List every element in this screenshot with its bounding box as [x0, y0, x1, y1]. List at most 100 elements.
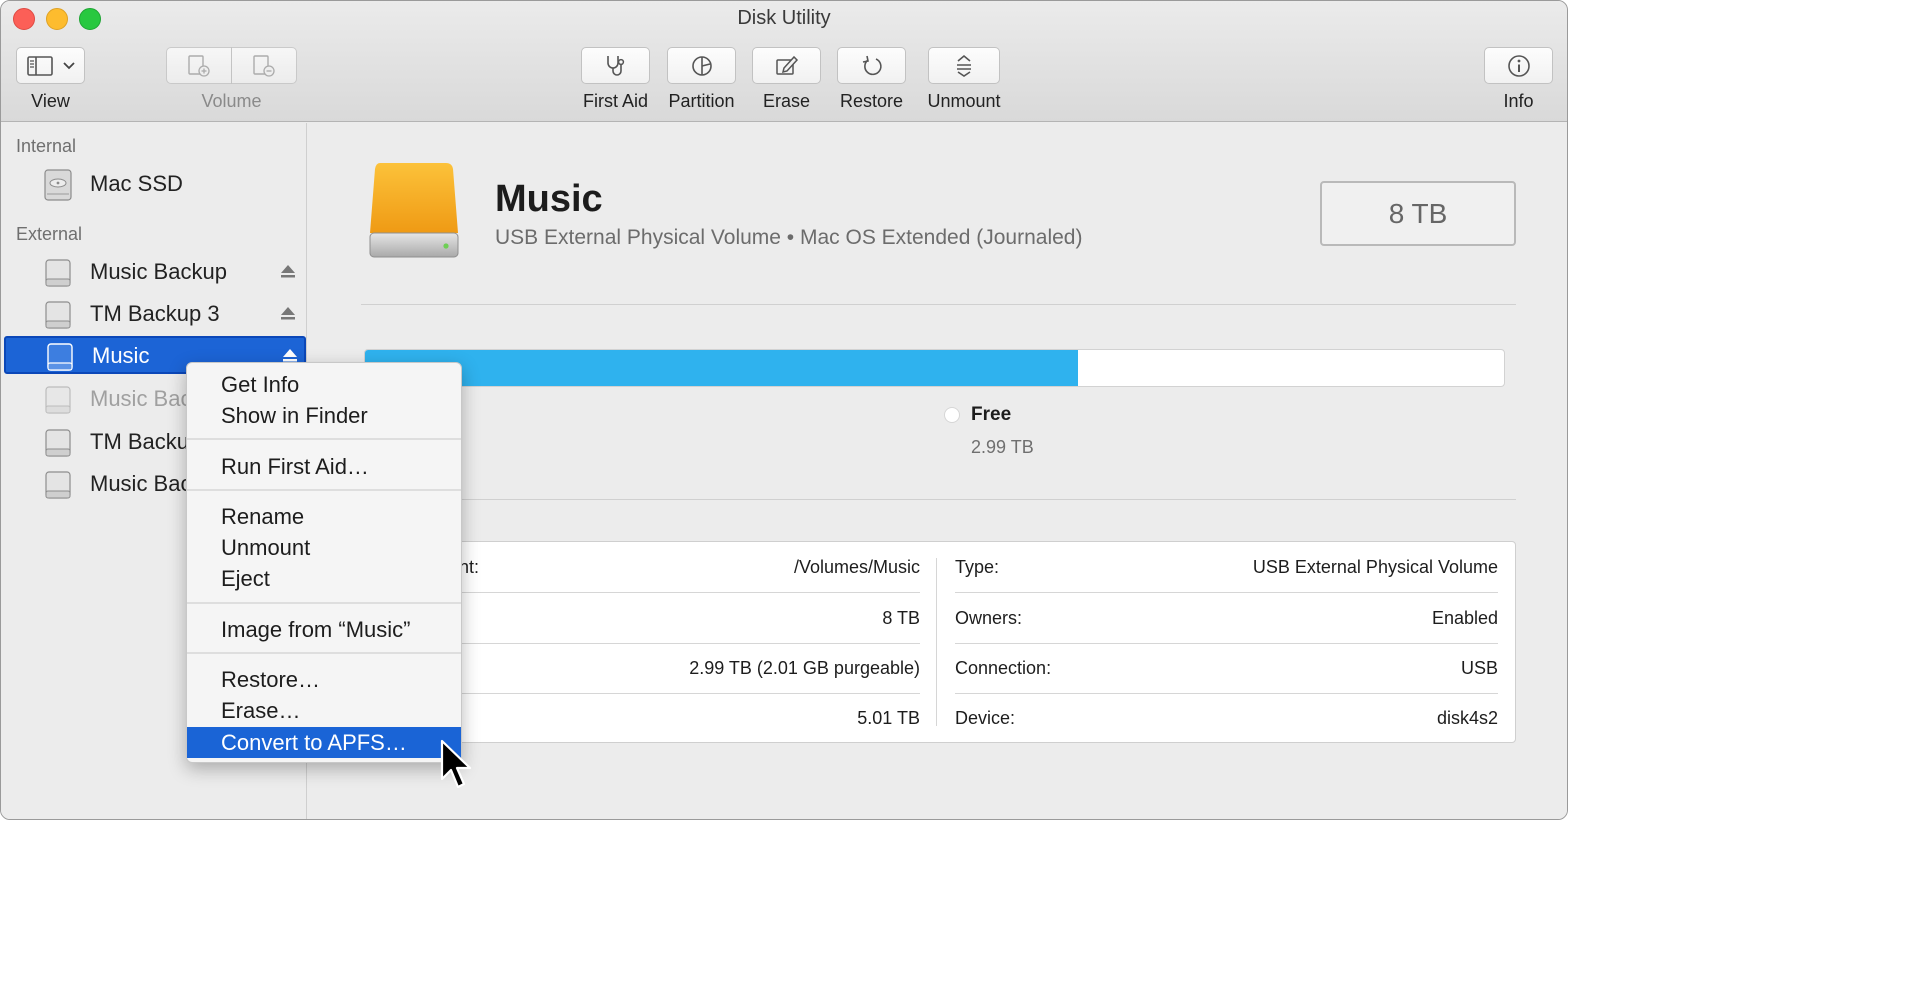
- menu-separator: [187, 652, 461, 654]
- menu-separator: [187, 489, 461, 491]
- info-key: Owners:: [955, 608, 1023, 628]
- menu-item-label: Unmount: [221, 535, 311, 560]
- info-value: 2.99 TB (2.01 GB purgeable): [689, 658, 920, 678]
- info-key: Connection:: [955, 658, 1052, 678]
- volume-capacity-badge: 8 TB: [1320, 181, 1516, 246]
- info-value: disk4s2: [1436, 708, 1498, 728]
- info-button[interactable]: [1484, 47, 1553, 84]
- menu-item-convert-to-apfs[interactable]: Convert to APFS…: [187, 727, 461, 758]
- sidebar-item-mac-ssd[interactable]: Mac SSD: [1, 164, 307, 204]
- info-key: Device:: [955, 708, 1016, 728]
- first-aid-label: First Aid: [582, 91, 648, 111]
- mouse-pointer-icon: [439, 739, 473, 796]
- sidebar-item-label: TM Backup 3: [90, 301, 220, 326]
- erase-pencil-icon: [774, 54, 800, 78]
- sidebar-item-music-backup[interactable]: Music Backup: [1, 252, 307, 292]
- info-row-type: Type: USB External Physical Volume: [955, 542, 1498, 592]
- info-value: /Volumes/Music: [793, 557, 920, 577]
- info-row-owners: Owners: Enabled: [955, 593, 1498, 643]
- info-value: 5.01 TB: [857, 708, 920, 728]
- external-disk-icon: [43, 427, 73, 464]
- column-separator: [936, 558, 937, 726]
- view-label: View: [31, 91, 70, 111]
- first-aid-button[interactable]: [581, 47, 650, 84]
- info-key: Type:: [955, 557, 1000, 577]
- usage-bar: [364, 349, 1505, 387]
- unmount-label: Unmount: [927, 91, 1001, 111]
- free-legend-value: 2.99 TB: [971, 437, 1034, 457]
- add-volume-button[interactable]: [166, 47, 232, 84]
- sidebar-item-label: TM Backup: [90, 429, 202, 454]
- menu-item-label: Erase…: [221, 698, 301, 723]
- volume-info-table: Mount Point: /Volumes/Music Capacity: 8 …: [361, 541, 1516, 743]
- menu-item-erase[interactable]: Erase…: [187, 695, 461, 726]
- info-value: USB External Physical Volume: [1252, 557, 1498, 577]
- menu-item-eject[interactable]: Eject: [187, 563, 461, 594]
- eject-icon[interactable]: [280, 263, 296, 284]
- menu-separator: [187, 438, 461, 440]
- sidebar-header-external: External: [16, 224, 83, 244]
- menu-item-label: Eject: [221, 566, 270, 591]
- sidebar-icon: [26, 55, 55, 77]
- divider: [361, 499, 1516, 500]
- restore-button[interactable]: [837, 47, 906, 84]
- view-button[interactable]: [16, 47, 85, 84]
- menu-item-restore[interactable]: Restore…: [187, 664, 461, 695]
- menu-item-run-first-aid[interactable]: Run First Aid…: [187, 451, 461, 482]
- volume-name: Music: [495, 178, 603, 220]
- menu-item-rename[interactable]: Rename: [187, 501, 461, 532]
- menu-item-label: Run First Aid…: [221, 454, 369, 479]
- context-menu: Get Info Show in Finder Run First Aid… R…: [186, 362, 462, 763]
- menu-item-label: Convert to APFS…: [221, 730, 407, 755]
- eject-icon[interactable]: [280, 305, 296, 326]
- external-disk-icon: [43, 469, 73, 506]
- internal-disk-icon: [43, 169, 73, 206]
- chevron-down-icon: [62, 61, 75, 70]
- menu-item-unmount[interactable]: Unmount: [187, 532, 461, 563]
- sidebar-header-internal: Internal: [16, 136, 77, 156]
- sidebar-item-label: Music: [92, 343, 150, 368]
- partition-label: Partition: [668, 91, 735, 111]
- menu-item-get-info[interactable]: Get Info: [187, 369, 461, 400]
- add-volume-icon: [186, 54, 212, 78]
- erase-button[interactable]: [752, 47, 821, 84]
- sidebar-item-tm-backup-3[interactable]: TM Backup 3: [1, 294, 307, 334]
- stethoscope-icon: [603, 54, 629, 78]
- restore-arrow-icon: [860, 54, 884, 78]
- info-value: 8 TB: [882, 608, 920, 628]
- menu-item-label: Get Info: [221, 372, 300, 397]
- external-drive-icon: [366, 161, 462, 268]
- info-row-device: Device: disk4s2: [955, 693, 1498, 743]
- info-value: USB: [1460, 658, 1498, 678]
- partition-button[interactable]: [667, 47, 736, 84]
- info-label: Info: [1503, 91, 1534, 111]
- free-legend-swatch: [944, 407, 960, 423]
- sidebar-item-label: Mac SSD: [90, 171, 183, 196]
- external-disk-icon: [43, 257, 73, 294]
- erase-label: Erase: [762, 91, 811, 111]
- volume-label: Volume: [201, 91, 262, 111]
- divider: [361, 304, 1516, 305]
- restore-label: Restore: [839, 91, 904, 111]
- menu-item-image-from-music[interactable]: Image from “Music”: [187, 614, 461, 645]
- remove-volume-button[interactable]: [231, 47, 297, 84]
- usage-bar-used-fill: [365, 350, 1078, 386]
- external-disk-icon: [43, 384, 73, 421]
- toolbar: Disk Utility View Volume First Aid Parti…: [1, 1, 1567, 122]
- menu-item-label: Restore…: [221, 667, 321, 692]
- volume-detail-pane: Music USB External Physical Volume • Mac…: [308, 123, 1567, 819]
- unmount-icon: [953, 54, 975, 78]
- pie-chart-icon: [690, 54, 714, 78]
- info-row-connection: Connection: USB: [955, 643, 1498, 693]
- unmount-button[interactable]: [928, 47, 1000, 84]
- window-title: Disk Utility: [737, 7, 831, 29]
- menu-item-label: Image from “Music”: [221, 617, 411, 642]
- external-disk-icon: [45, 341, 75, 378]
- disk-utility-window: Disk Utility View Volume First Aid Parti…: [0, 0, 1568, 820]
- menu-item-label: Show in Finder: [221, 403, 368, 428]
- remove-volume-icon: [251, 54, 277, 78]
- menu-item-show-in-finder[interactable]: Show in Finder: [187, 400, 461, 431]
- info-value: Enabled: [1431, 608, 1498, 628]
- sidebar-item-label: Music Backup: [90, 259, 227, 284]
- menu-item-label: Rename: [221, 504, 305, 529]
